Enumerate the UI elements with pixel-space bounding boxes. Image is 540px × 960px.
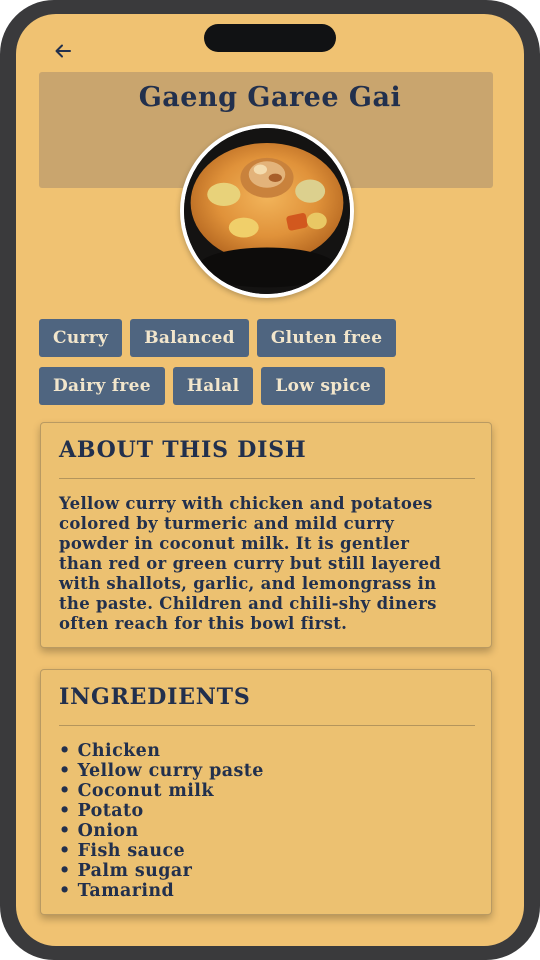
- about-card: ABOUT THIS DISH Yellow curry with chicke…: [40, 422, 492, 648]
- about-line: colored by turmeric and mild curry: [59, 514, 395, 533]
- ingredient-item: Onion: [59, 821, 264, 841]
- tag-halal[interactable]: Halal: [172, 367, 254, 405]
- ingredient-item: Coconut milk: [59, 781, 264, 801]
- ingredient-item: Palm sugar: [59, 861, 264, 881]
- ingredient-item: Yellow curry paste: [59, 761, 264, 781]
- ingredient-item: Chicken: [59, 741, 264, 761]
- tag-dairy-free[interactable]: Dairy free: [39, 367, 165, 405]
- phone-frame: Gaeng Garee Gai Curry Balanced Gluten fr…: [0, 0, 540, 960]
- tag-row: Dairy free Halal Low spice: [39, 367, 509, 405]
- camera-notch: [204, 24, 336, 52]
- tag-low-spice[interactable]: Low spice: [261, 367, 386, 405]
- dish-title: Gaeng Garee Gai: [138, 82, 402, 113]
- about-heading: ABOUT THIS DISH: [59, 437, 307, 463]
- diet-tags: Curry Balanced Gluten free Dairy free Ha…: [39, 319, 509, 415]
- tag-balanced[interactable]: Balanced: [130, 319, 249, 357]
- about-description: Yellow curry with chicken and potatoes c…: [59, 494, 479, 634]
- tag-gluten-free[interactable]: Gluten free: [256, 319, 397, 357]
- ingredient-item: Fish sauce: [59, 841, 264, 861]
- back-button[interactable]: [50, 38, 76, 64]
- ingredient-item: Tamarind: [59, 881, 264, 901]
- ingredient-list: Chicken Yellow curry paste Coconut milk …: [59, 741, 264, 901]
- dish-photo: [180, 124, 354, 298]
- ingredients-divider: [59, 725, 475, 726]
- about-line: with shallots, garlic, and lemongrass in: [59, 574, 437, 593]
- ingredients-heading: INGREDIENTS: [59, 684, 251, 710]
- arrow-left-icon: [55, 44, 71, 58]
- about-line: powder in coconut milk. It is gentler: [59, 534, 410, 553]
- tag-curry[interactable]: Curry: [39, 319, 123, 357]
- tag-row: Curry Balanced Gluten free: [39, 319, 509, 357]
- about-line: often reach for this bowl first.: [59, 614, 348, 633]
- about-line: than red or green curry but still layere…: [59, 554, 442, 573]
- ingredient-item: Potato: [59, 801, 264, 821]
- about-line: Yellow curry with chicken and potatoes: [59, 494, 433, 513]
- phone-screen: Gaeng Garee Gai Curry Balanced Gluten fr…: [16, 14, 524, 946]
- about-divider: [59, 478, 475, 479]
- about-line: the paste. Children and chili-shy diners: [59, 594, 437, 613]
- ingredients-card: INGREDIENTS Chicken Yellow curry paste C…: [40, 669, 492, 915]
